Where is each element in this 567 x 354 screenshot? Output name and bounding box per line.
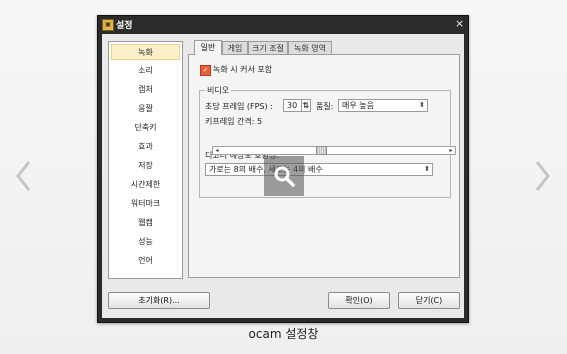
tab-resize[interactable]: 크기 조절 [248, 41, 288, 54]
decoder-compat-select[interactable]: 가로는 8의 배수, 세로는 4의 배수 ⬍ [205, 163, 433, 176]
fps-label: 초당 프레임 (FPS) : [205, 102, 273, 111]
sidebar-item-gif[interactable]: 응짤 [111, 101, 180, 117]
sidebar-item-time-limit[interactable]: 시간제한 [111, 177, 180, 193]
slider-left-arrow-icon[interactable]: ◂ [213, 147, 221, 154]
include-cursor-checkbox[interactable]: ✓ [200, 65, 211, 76]
keyframe-slider-thumb[interactable] [315, 146, 327, 155]
tab-record-area[interactable]: 녹화 영역 [288, 41, 332, 54]
tab-panel-general: ✓ 녹화 시 커서 포함 비디오 초당 프레임 (FPS) : 30 ⇅ 품질:… [188, 54, 460, 278]
ok-button[interactable]: 확인(O) [328, 292, 390, 309]
settings-sidebar: 녹화 소리 캡처 응짤 단축키 효과 저장 시간제한 워터마크 웹캠 성능 언어 [108, 41, 183, 279]
gallery-stage: ▣ 설정 × 녹화 소리 캡처 응짤 단축키 효과 저장 시간제한 워터마크 웹… [0, 0, 567, 354]
tab-game[interactable]: 게임 [222, 41, 248, 54]
chevron-left-icon[interactable] [14, 160, 34, 192]
chevron-up-down-icon: ⬍ [424, 165, 430, 173]
include-cursor-label: 녹화 시 커서 포함 [213, 65, 273, 74]
video-group-title: 비디오 [205, 85, 232, 96]
quality-label: 품질: [316, 102, 334, 111]
fps-stepper[interactable]: ⇅ [301, 99, 311, 112]
fps-input[interactable]: 30 [283, 99, 303, 112]
quality-select[interactable]: 매우 높음 ⬍ [338, 99, 428, 112]
zoom-overlay[interactable] [264, 156, 304, 196]
sidebar-item-performance[interactable]: 성능 [111, 234, 180, 250]
tab-general[interactable]: 일반 [194, 40, 222, 55]
image-caption: ocam 설정창 [248, 327, 319, 341]
sidebar-item-watermark[interactable]: 워터마크 [111, 196, 180, 212]
sidebar-item-hotkeys[interactable]: 단축키 [111, 120, 180, 136]
chevron-up-down-icon: ⬍ [419, 101, 425, 109]
keyframe-label: 키프레임 간격: 5 [205, 117, 263, 126]
chevron-right-icon[interactable] [532, 160, 552, 192]
quality-value: 매우 높음 [342, 101, 374, 110]
reset-button[interactable]: 초기화(R)... [108, 292, 210, 309]
sidebar-item-capture[interactable]: 캡처 [111, 82, 180, 98]
magnifier-icon [274, 166, 295, 187]
sidebar-item-webcam[interactable]: 웹캠 [111, 215, 180, 231]
close-icon[interactable]: × [455, 17, 464, 30]
tab-strip: 일반 게임 크기 조절 녹화 영역 [194, 40, 462, 55]
title-bar[interactable]: ▣ 설정 × [98, 16, 468, 32]
slider-right-arrow-icon[interactable]: ▸ [447, 147, 455, 154]
sidebar-item-save[interactable]: 저장 [111, 158, 180, 174]
close-button[interactable]: 닫기(C) [398, 292, 460, 309]
sidebar-item-record[interactable]: 녹화 [111, 44, 180, 60]
sidebar-item-effects[interactable]: 효과 [111, 139, 180, 155]
window-title: 설정 [116, 21, 133, 31]
app-icon: ▣ [102, 19, 114, 31]
keyframe-slider[interactable]: ◂ ▸ [212, 146, 456, 155]
sidebar-item-sound[interactable]: 소리 [111, 63, 180, 79]
sidebar-item-language[interactable]: 언어 [111, 253, 180, 269]
